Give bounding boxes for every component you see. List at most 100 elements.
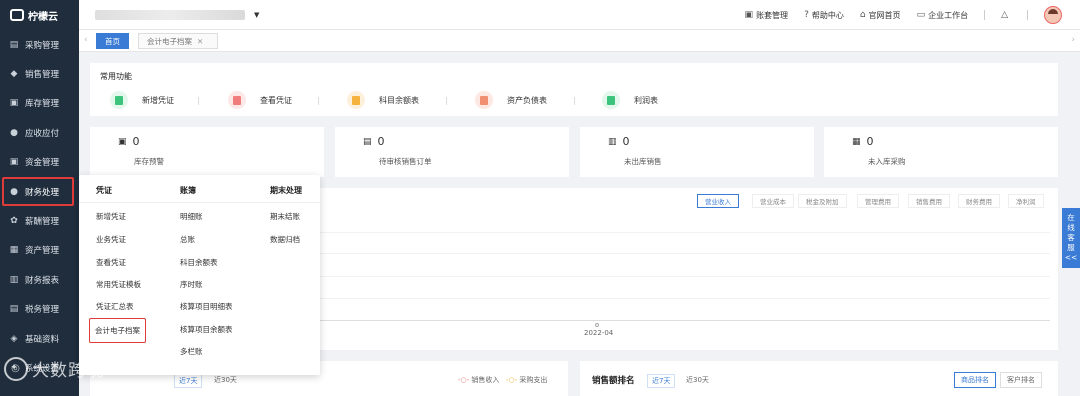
menu-item-voucher-template[interactable]: 常用凭证模板 [96, 279, 141, 290]
chart-tab-cost[interactable]: 营业成本 [752, 194, 794, 208]
quick-balance-sheet[interactable]: 资产负债表 [475, 91, 547, 109]
top-bar: ▼ ▣ 账套管理 ? 帮助中心 ⌂ 官网首页 ▭ 企业工作台 △ [79, 0, 1080, 30]
menu-item-detail-ledger[interactable]: 明细账 [180, 211, 203, 222]
app-logo[interactable]: 柠檬云 [0, 0, 79, 30]
chart-tab-finance-expense[interactable]: 财务费用 [958, 194, 1000, 208]
tab-home[interactable]: 首页 [96, 33, 129, 49]
tab-accounting-archive[interactable]: 会计电子档案 ✕ [138, 33, 218, 49]
legend-sales-income: -○- 销售收入 [458, 376, 500, 384]
tax-icon: ▤ [9, 304, 19, 315]
sidebar-item-inventory[interactable]: ▣ 库存管理 [0, 89, 79, 118]
sidebar-item-sales[interactable]: ◆ 销售管理 [0, 59, 79, 88]
sidebar-item-fund[interactable]: ▣ 资金管理 [0, 148, 79, 177]
product-ranking-button[interactable]: 商品排名 [954, 372, 996, 388]
divider [318, 97, 319, 105]
tabs-bar: ‹ 首页 会计电子档案 ✕ › [79, 30, 1080, 52]
account-balance-icon [347, 91, 365, 109]
menu-item-account-balance[interactable]: 科目余额表 [180, 257, 218, 268]
inventory-alert-icon: ▣ [118, 136, 127, 147]
finance-dropdown-menu: 凭证 账簿 期末处理 新增凭证 业务凭证 查看凭证 常用凭证模板 凭证汇总表 会… [79, 175, 320, 375]
divider [1027, 10, 1028, 20]
tab-7-days[interactable]: 近7天 [647, 374, 676, 388]
logo-icon [10, 9, 24, 21]
sidebar-item-receivable[interactable]: ● 应收应付 [0, 118, 79, 147]
chart-point [595, 323, 599, 327]
sidebar-item-finance[interactable]: ● 财务处理 [2, 176, 74, 207]
online-service-button[interactable]: 在 线 客 服 << [1062, 208, 1080, 268]
sales-icon: ◆ [10, 69, 18, 80]
stat-card-pending-sales-orders[interactable]: ▤ 0 待审核销售订单 [335, 127, 569, 177]
menu-item-view-voucher[interactable]: 查看凭证 [96, 257, 126, 268]
sidebar: 柠檬云 ▤ 采购管理 ◆ 销售管理 ▣ 库存管理 ● 应收应付 ▣ 资金管理 ● 财务处理 … [0, 0, 79, 396]
help-icon: ? [804, 10, 809, 20]
tab-30-days[interactable]: 近30天 [214, 375, 237, 385]
divider [984, 10, 986, 20]
menu-item-journal[interactable]: 序时账 [180, 279, 203, 290]
help-center-link[interactable]: ? 帮助中心 [804, 10, 844, 21]
chart-tab-sales-expense[interactable]: 销售费用 [908, 194, 950, 208]
period-end-column-title: 期末处理 [270, 186, 302, 195]
chart-tab-tax[interactable]: 税金及附加 [798, 194, 847, 208]
view-voucher-icon [228, 91, 246, 109]
bell-icon: △ [1001, 10, 1008, 20]
divider [574, 97, 575, 105]
quick-functions-title: 常用功能 [100, 72, 132, 81]
quick-income-statement[interactable]: 利润表 [602, 91, 658, 109]
menu-item-item-detail[interactable]: 核算项目明细表 [180, 301, 233, 312]
chart-tab-revenue[interactable]: 营业收入 [697, 194, 739, 208]
ledger-management-link[interactable]: ▣ 账套管理 [745, 10, 789, 21]
menu-item-business-voucher[interactable]: 业务凭证 [96, 234, 126, 245]
divider [79, 202, 320, 203]
tab-30-days[interactable]: 近30天 [686, 375, 709, 385]
ledger-column-title: 账簿 [180, 186, 196, 195]
chart-tab-net-profit[interactable]: 净利润 [1008, 194, 1044, 208]
cart-icon: ▤ [9, 39, 19, 50]
sidebar-item-basic-data[interactable]: ◈ 基础资料 [0, 324, 79, 353]
home-icon: ⌂ [859, 10, 866, 20]
stat-card-unshipped-sales[interactable]: ▥ 0 未出库销售 [580, 127, 814, 177]
report-icon: ▥ [9, 274, 19, 285]
enterprise-workbench-link[interactable]: ▭ 企业工作台 [917, 10, 969, 21]
stat-card-inventory-alert[interactable]: ▣ 0 库存预警 [90, 127, 324, 177]
menu-item-data-archive[interactable]: 数据归档 [270, 234, 300, 245]
quick-account-balance[interactable]: 科目余额表 [347, 91, 419, 109]
sidebar-item-asset[interactable]: ▦ 资产管理 [0, 236, 79, 265]
legend-purchase-expense: -○- 采购支出 [506, 376, 548, 384]
chevron-down-icon[interactable]: ▼ [254, 11, 259, 19]
chart-tab-admin-expense[interactable]: 管理费用 [857, 194, 899, 208]
company-selector[interactable] [95, 9, 245, 20]
chevron-right-icon[interactable]: › [1071, 35, 1075, 45]
menu-item-accounting-archive[interactable]: 会计电子档案 [89, 318, 146, 343]
menu-item-add-voucher[interactable]: 新增凭证 [96, 211, 126, 222]
sidebar-item-tax[interactable]: ▤ 税务管理 [0, 295, 79, 324]
logo-text: 柠檬云 [28, 11, 58, 23]
sidebar-item-purchase[interactable]: ▤ 采购管理 [0, 30, 79, 59]
customer-ranking-button[interactable]: 客户排名 [1000, 372, 1042, 388]
close-icon[interactable]: ✕ [197, 37, 203, 46]
official-home-link[interactable]: ⌂ 官网首页 [860, 10, 901, 21]
menu-item-general-ledger[interactable]: 总账 [180, 234, 195, 245]
menu-item-item-balance[interactable]: 核算项目余额表 [180, 324, 233, 335]
receivable-icon: ● [10, 127, 18, 138]
divider [446, 97, 447, 105]
ledger-icon: ▣ [744, 10, 754, 20]
asset-icon: ▦ [9, 245, 19, 256]
notification-button[interactable]: △ [1001, 10, 1011, 20]
avatar[interactable] [1044, 6, 1062, 24]
sidebar-item-salary[interactable]: ✿ 薪酬管理 [0, 206, 79, 235]
stat-card-unreceived-purchases[interactable]: ▦ 0 未入库采购 [824, 127, 1058, 177]
inventory-icon: ▣ [9, 98, 19, 109]
watermark: ◎ 大数跨境 [4, 356, 104, 381]
sales-ranking-title: 销售额排名 [592, 376, 635, 386]
menu-item-period-close[interactable]: 期末结账 [270, 211, 300, 222]
purchase-icon: ▦ [852, 136, 861, 147]
quick-view-voucher[interactable]: 查看凭证 [228, 91, 292, 109]
sales-order-icon: ▤ [363, 136, 372, 147]
chevron-left-icon[interactable]: ‹ [84, 35, 88, 45]
tab-7-days[interactable]: 近7天 [174, 374, 203, 388]
menu-item-voucher-summary[interactable]: 凭证汇总表 [96, 301, 134, 312]
sidebar-item-report[interactable]: ▥ 财务报表 [0, 265, 79, 294]
menu-item-multi-column-ledger[interactable]: 多栏账 [180, 346, 203, 357]
quick-add-voucher[interactable]: 新增凭证 [110, 91, 174, 109]
balance-sheet-icon [475, 91, 493, 109]
